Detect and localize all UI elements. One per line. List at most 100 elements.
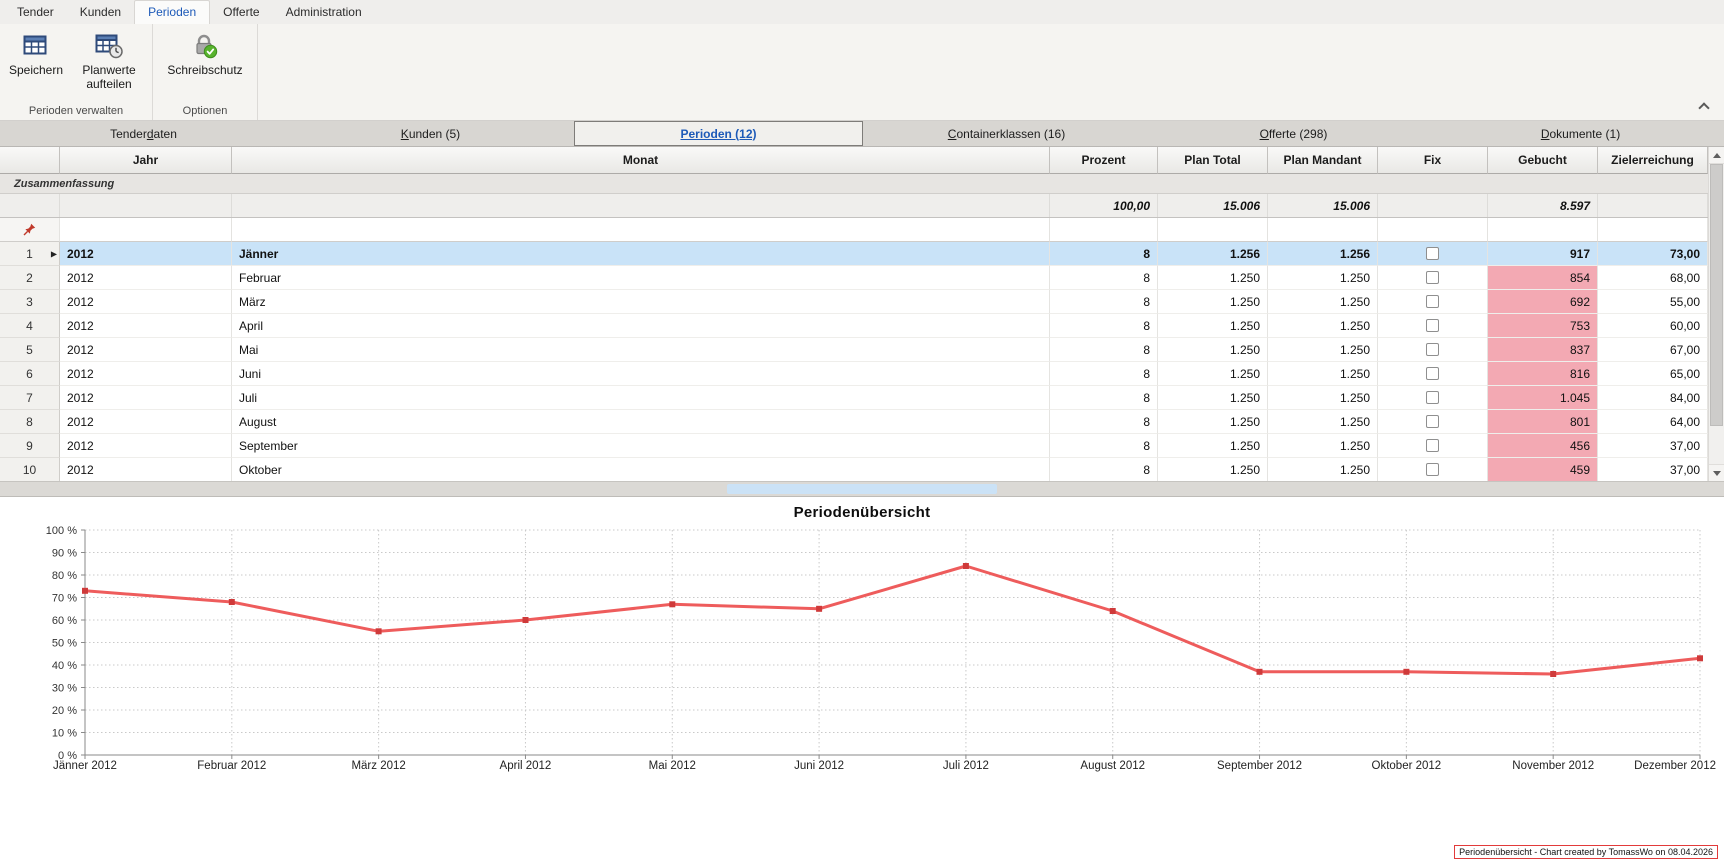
view-tab-0[interactable]: Tenderdaten bbox=[0, 121, 287, 146]
filter-cell-zielerreichung[interactable] bbox=[1598, 218, 1708, 242]
menu-tab-tender[interactable]: Tender bbox=[4, 1, 67, 24]
cell-gebucht[interactable]: 459 bbox=[1488, 458, 1598, 481]
menu-tab-perioden[interactable]: Perioden bbox=[134, 0, 210, 24]
cell-plan-mandant[interactable]: 1.256 bbox=[1268, 242, 1378, 266]
cell-zielerreichung[interactable]: 60,00 bbox=[1598, 314, 1708, 338]
row-number[interactable]: 1▶ bbox=[0, 242, 60, 266]
filter-cell-plan-mandant[interactable] bbox=[1268, 218, 1378, 242]
table-row[interactable]: 22012Februar81.2501.25085468,00 bbox=[0, 266, 1708, 290]
cell-monat[interactable]: Mai bbox=[232, 338, 1050, 362]
cell-jahr[interactable]: 2012 bbox=[60, 242, 232, 266]
splitter-drag-handle[interactable] bbox=[727, 484, 997, 494]
column-header-prozent[interactable]: Prozent bbox=[1050, 147, 1158, 174]
cell-plan-mandant[interactable]: 1.250 bbox=[1268, 410, 1378, 434]
view-tab-4[interactable]: Offerte (298) bbox=[1150, 121, 1437, 146]
cell-gebucht[interactable]: 837 bbox=[1488, 338, 1598, 362]
fix-checkbox[interactable] bbox=[1426, 463, 1439, 476]
table-row[interactable]: 102012Oktober81.2501.25045937,00 bbox=[0, 458, 1708, 481]
column-header-gebucht[interactable]: Gebucht bbox=[1488, 147, 1598, 174]
cell-jahr[interactable]: 2012 bbox=[60, 362, 232, 386]
fix-checkbox[interactable] bbox=[1426, 343, 1439, 356]
table-row[interactable]: 1▶2012Jänner81.2561.25691773,00 bbox=[0, 242, 1708, 266]
filter-cell-plan-total[interactable] bbox=[1158, 218, 1268, 242]
cell-gebucht[interactable]: 692 bbox=[1488, 290, 1598, 314]
cell-plan-total[interactable]: 1.250 bbox=[1158, 386, 1268, 410]
row-number[interactable]: 7 bbox=[0, 386, 60, 410]
cell-monat[interactable]: September bbox=[232, 434, 1050, 458]
table-row[interactable]: 92012September81.2501.25045637,00 bbox=[0, 434, 1708, 458]
cell-monat[interactable]: Juli bbox=[232, 386, 1050, 410]
cell-fix[interactable] bbox=[1378, 410, 1488, 434]
table-row[interactable]: 52012Mai81.2501.25083767,00 bbox=[0, 338, 1708, 362]
cell-jahr[interactable]: 2012 bbox=[60, 338, 232, 362]
cell-fix[interactable] bbox=[1378, 266, 1488, 290]
cell-plan-total[interactable]: 1.250 bbox=[1158, 266, 1268, 290]
menu-tab-kunden[interactable]: Kunden bbox=[67, 1, 134, 24]
cell-prozent[interactable]: 8 bbox=[1050, 362, 1158, 386]
cell-monat[interactable]: Jänner bbox=[232, 242, 1050, 266]
filter-cell-monat[interactable] bbox=[232, 218, 1050, 242]
fix-checkbox[interactable] bbox=[1426, 247, 1439, 260]
column-header-fix[interactable]: Fix bbox=[1378, 147, 1488, 174]
row-number[interactable]: 2 bbox=[0, 266, 60, 290]
cell-fix[interactable] bbox=[1378, 290, 1488, 314]
cell-monat[interactable]: Februar bbox=[232, 266, 1050, 290]
cell-plan-total[interactable]: 1.250 bbox=[1158, 362, 1268, 386]
cell-gebucht[interactable]: 854 bbox=[1488, 266, 1598, 290]
cell-prozent[interactable]: 8 bbox=[1050, 458, 1158, 481]
view-tab-2[interactable]: Perioden (12) bbox=[574, 121, 863, 146]
cell-fix[interactable] bbox=[1378, 338, 1488, 362]
cell-jahr[interactable]: 2012 bbox=[60, 266, 232, 290]
table-row[interactable]: 62012Juni81.2501.25081665,00 bbox=[0, 362, 1708, 386]
cell-plan-mandant[interactable]: 1.250 bbox=[1268, 338, 1378, 362]
cell-prozent[interactable]: 8 bbox=[1050, 266, 1158, 290]
cell-fix[interactable] bbox=[1378, 314, 1488, 338]
cell-fix[interactable] bbox=[1378, 242, 1488, 266]
cell-plan-mandant[interactable]: 1.250 bbox=[1268, 386, 1378, 410]
menu-tab-offerte[interactable]: Offerte bbox=[210, 1, 272, 24]
cell-prozent[interactable]: 8 bbox=[1050, 410, 1158, 434]
cell-gebucht[interactable]: 456 bbox=[1488, 434, 1598, 458]
fix-checkbox[interactable] bbox=[1426, 439, 1439, 452]
cell-monat[interactable]: August bbox=[232, 410, 1050, 434]
cell-zielerreichung[interactable]: 68,00 bbox=[1598, 266, 1708, 290]
filter-cell-fix[interactable] bbox=[1378, 218, 1488, 242]
row-number[interactable]: 6 bbox=[0, 362, 60, 386]
fix-checkbox[interactable] bbox=[1426, 415, 1439, 428]
cell-plan-mandant[interactable]: 1.250 bbox=[1268, 290, 1378, 314]
fix-checkbox[interactable] bbox=[1426, 367, 1439, 380]
filter-cell-prozent[interactable] bbox=[1050, 218, 1158, 242]
cell-zielerreichung[interactable]: 37,00 bbox=[1598, 458, 1708, 481]
cell-prozent[interactable]: 8 bbox=[1050, 338, 1158, 362]
cell-plan-mandant[interactable]: 1.250 bbox=[1268, 458, 1378, 481]
fix-checkbox[interactable] bbox=[1426, 271, 1439, 284]
cell-plan-total[interactable]: 1.250 bbox=[1158, 290, 1268, 314]
fix-checkbox[interactable] bbox=[1426, 295, 1439, 308]
cell-monat[interactable]: Juni bbox=[232, 362, 1050, 386]
column-header-monat[interactable]: Monat bbox=[232, 147, 1050, 174]
cell-zielerreichung[interactable]: 55,00 bbox=[1598, 290, 1708, 314]
view-tab-5[interactable]: Dokumente (1) bbox=[1437, 121, 1724, 146]
column-header-plan-total[interactable]: Plan Total bbox=[1158, 147, 1268, 174]
fix-checkbox[interactable] bbox=[1426, 319, 1439, 332]
cell-plan-mandant[interactable]: 1.250 bbox=[1268, 314, 1378, 338]
cell-jahr[interactable]: 2012 bbox=[60, 290, 232, 314]
vertical-scrollbar[interactable] bbox=[1708, 147, 1724, 481]
cell-prozent[interactable]: 8 bbox=[1050, 290, 1158, 314]
cell-plan-mandant[interactable]: 1.250 bbox=[1268, 266, 1378, 290]
cell-plan-total[interactable]: 1.250 bbox=[1158, 314, 1268, 338]
cell-gebucht[interactable]: 753 bbox=[1488, 314, 1598, 338]
cell-jahr[interactable]: 2012 bbox=[60, 314, 232, 338]
row-number[interactable]: 3 bbox=[0, 290, 60, 314]
cell-monat[interactable]: März bbox=[232, 290, 1050, 314]
cell-plan-mandant[interactable]: 1.250 bbox=[1268, 434, 1378, 458]
cell-monat[interactable]: Oktober bbox=[232, 458, 1050, 481]
cell-plan-total[interactable]: 1.250 bbox=[1158, 458, 1268, 481]
cell-zielerreichung[interactable]: 84,00 bbox=[1598, 386, 1708, 410]
filter-cell-gebucht[interactable] bbox=[1488, 218, 1598, 242]
scroll-up-button[interactable] bbox=[1709, 147, 1724, 164]
cell-zielerreichung[interactable]: 67,00 bbox=[1598, 338, 1708, 362]
row-number[interactable]: 4 bbox=[0, 314, 60, 338]
row-number[interactable]: 10 bbox=[0, 458, 60, 481]
cell-jahr[interactable]: 2012 bbox=[60, 386, 232, 410]
